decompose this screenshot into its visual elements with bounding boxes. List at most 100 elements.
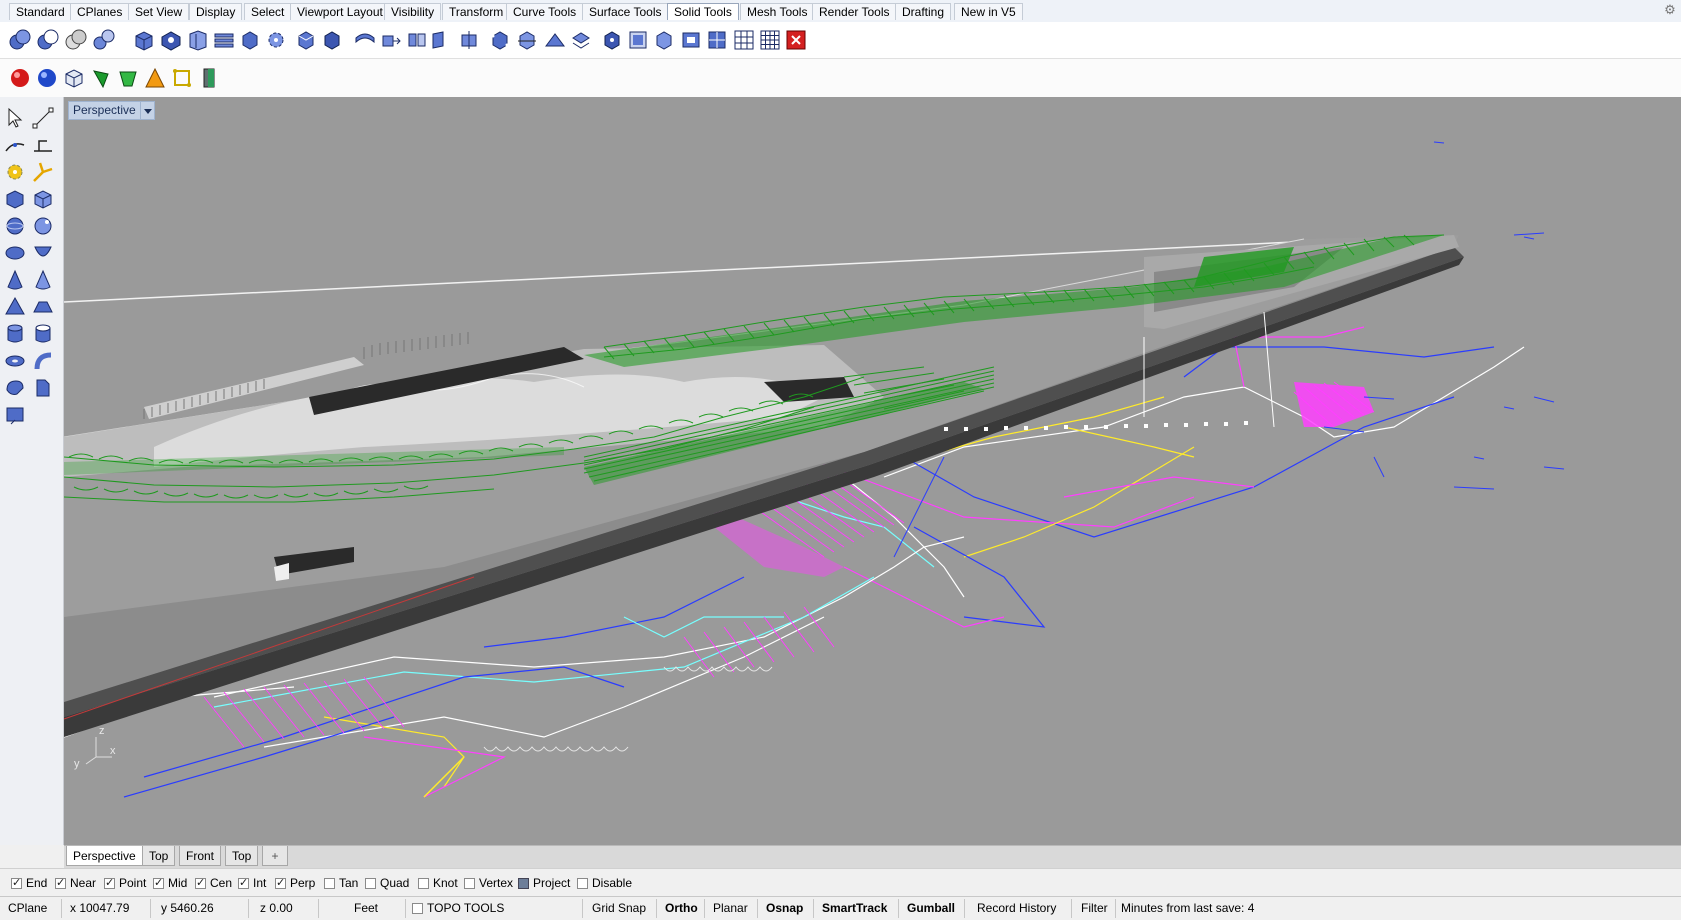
shell-icon[interactable] (212, 28, 236, 52)
frame-icon[interactable] (170, 66, 194, 90)
split-face-icon[interactable] (458, 28, 482, 52)
osnap-vertex[interactable]: Vertex (464, 876, 513, 890)
osnap-disable[interactable]: Disable (577, 876, 632, 890)
dots-grid-icon[interactable] (732, 28, 756, 52)
smarttrack-toggle[interactable]: SmartTrack (822, 900, 887, 917)
record-history-toggle[interactable]: Record History (977, 900, 1056, 917)
gear-solid-icon[interactable] (264, 28, 288, 52)
cone-warning-icon[interactable] (143, 66, 167, 90)
curve-edit-icon[interactable] (31, 133, 55, 157)
tab-new-in-v5[interactable]: New in V5 (954, 3, 1023, 20)
checkbox-cen[interactable] (195, 876, 206, 890)
grid-snap-toggle[interactable]: Grid Snap (592, 900, 646, 917)
boolean-union-icon[interactable] (8, 28, 32, 52)
checkbox-perp[interactable] (275, 876, 286, 890)
tab-render-tools[interactable]: Render Tools (812, 3, 897, 20)
checkbox-knot[interactable] (418, 878, 429, 889)
grid-box-icon[interactable] (705, 28, 729, 52)
cylinder-icon[interactable] (3, 322, 27, 346)
tab-mesh-tools[interactable]: Mesh Tools (740, 3, 815, 20)
curve-icon[interactable] (3, 133, 27, 157)
gumball-toggle[interactable]: Gumball (907, 900, 955, 917)
boolean-intersection-icon[interactable] (64, 28, 88, 52)
current-layer[interactable]: TOPO TOOLS (412, 900, 504, 917)
gear-tool-icon[interactable] (3, 160, 27, 184)
viewport-title[interactable]: Perspective (68, 101, 141, 120)
boolean-split-icon[interactable] (92, 28, 116, 52)
viewport-tab-front[interactable]: Front (179, 846, 222, 866)
osnap-tan[interactable]: Tan (324, 876, 358, 890)
tab-drafting[interactable]: Drafting (895, 3, 952, 20)
osnap-quad[interactable]: Quad (365, 876, 409, 890)
osnap-point[interactable]: Point (104, 876, 146, 890)
fold-icon[interactable] (543, 28, 567, 52)
tab-display[interactable]: Display (189, 3, 243, 20)
select-arrow-icon[interactable] (3, 106, 27, 130)
box-solid-icon[interactable] (3, 187, 27, 211)
units-label[interactable]: Feet (354, 900, 378, 917)
box-edit-solid-icon[interactable] (31, 187, 55, 211)
push-pull-icon[interactable] (405, 28, 429, 52)
tab-curve-tools[interactable]: Curve Tools (506, 3, 584, 20)
tab-set-view[interactable]: Set View (128, 3, 190, 20)
osnap-int[interactable]: Int (238, 876, 266, 890)
checkbox-tan[interactable] (324, 878, 335, 889)
truncated-pyramid-icon[interactable] (31, 295, 55, 319)
explode-icon[interactable] (31, 160, 55, 184)
create-solid-icon[interactable] (626, 28, 650, 52)
red-sphere-icon[interactable] (8, 66, 32, 90)
cone-edit-icon[interactable] (31, 268, 55, 292)
osnap-toggle[interactable]: Osnap (766, 900, 803, 917)
osnap-near[interactable]: Near (55, 876, 96, 890)
viewport-tab-top-2[interactable]: Top (225, 846, 259, 866)
perspective-viewport[interactable]: x z y Perspective (64, 97, 1681, 845)
tab-transform[interactable]: Transform (442, 3, 511, 20)
osnap-project[interactable]: Project (518, 876, 570, 890)
ortho-toggle[interactable]: Ortho (665, 900, 698, 917)
blue-sphere-icon[interactable] (35, 66, 59, 90)
checkbox-int[interactable] (238, 876, 249, 890)
osnap-knot[interactable]: Knot (418, 876, 458, 890)
pipe-icon[interactable] (31, 349, 55, 373)
filter-button[interactable]: Filter (1081, 900, 1108, 917)
green-render-icon[interactable] (89, 66, 113, 90)
checkbox-project[interactable] (518, 878, 529, 889)
layer-box-icon[interactable] (679, 28, 703, 52)
add-viewport-tab-button[interactable]: + (262, 846, 288, 866)
osnap-end[interactable]: End (11, 876, 47, 890)
dots-grid-icon[interactable] (758, 28, 782, 52)
solid-points-icon[interactable] (600, 28, 624, 52)
solid-cube-icon[interactable] (238, 28, 262, 52)
cut-box-icon[interactable] (515, 28, 539, 52)
points-icon[interactable] (31, 106, 55, 130)
tab-standard[interactable]: Standard (9, 3, 72, 20)
gear-icon[interactable]: ⚙ (1663, 3, 1677, 17)
door-icon[interactable] (197, 66, 221, 90)
history-box-icon[interactable] (652, 28, 676, 52)
ellipsoid-icon[interactable] (3, 241, 27, 265)
pyramid-icon[interactable] (3, 295, 27, 319)
osnap-mid[interactable]: Mid (153, 876, 187, 890)
osnap-cen[interactable]: Cen (195, 876, 232, 890)
checkbox-vertex[interactable] (464, 878, 475, 889)
environment-icon[interactable] (116, 66, 140, 90)
planar-toggle[interactable]: Planar (713, 900, 748, 917)
sphere-icon[interactable] (3, 214, 27, 238)
checkbox-end[interactable] (11, 876, 22, 890)
checkbox-near[interactable] (55, 876, 66, 890)
move-face-icon[interactable] (353, 28, 377, 52)
box-icon[interactable] (132, 28, 156, 52)
osnap-perp[interactable]: Perp (275, 876, 315, 890)
sphere-edit-icon[interactable] (31, 214, 55, 238)
checkbox-disable[interactable] (577, 878, 588, 889)
extrude-icon[interactable] (159, 28, 183, 52)
viewport-tab-perspective[interactable]: Perspective (66, 846, 143, 866)
checkbox-mid[interactable] (153, 876, 164, 890)
rotate-icon[interactable] (3, 376, 27, 400)
extrude-solid-icon[interactable] (31, 376, 55, 400)
box-edit-icon[interactable] (294, 28, 318, 52)
tab-solid-tools[interactable]: Solid Tools (667, 3, 739, 20)
tube-icon[interactable] (31, 322, 55, 346)
viewport-tab-top[interactable]: Top (142, 846, 176, 866)
tab-cplanes[interactable]: CPlanes (70, 3, 130, 20)
